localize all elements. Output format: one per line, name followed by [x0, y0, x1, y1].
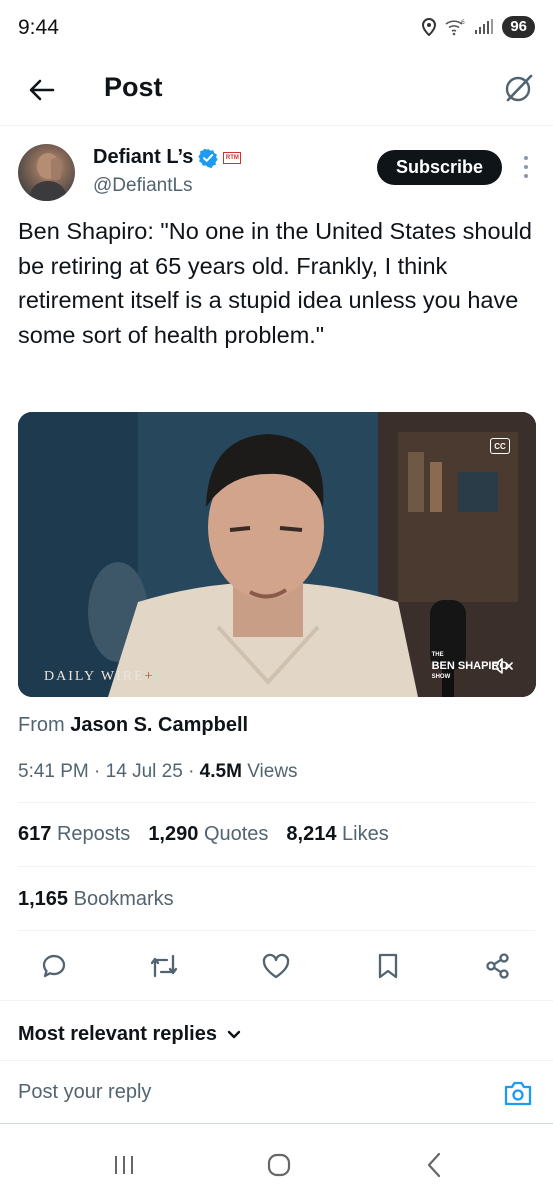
status-bar: 9:44 6 96: [0, 0, 553, 56]
source-attribution: From Jason S. Campbell: [18, 714, 248, 737]
daily-wire-plus: +: [144, 669, 155, 684]
post-header: Post: [0, 56, 553, 126]
daily-wire-watermark: DAILY WIRE+: [44, 669, 155, 685]
camera-icon[interactable]: [503, 1079, 533, 1107]
quotes-label: Quotes: [203, 823, 269, 845]
battery-indicator: 96: [502, 16, 535, 38]
system-nav-bar: [0, 1130, 553, 1200]
avatar[interactable]: [18, 144, 75, 201]
likes-label: Likes: [342, 823, 389, 845]
more-dot: [524, 156, 528, 160]
recent-apps-icon: [115, 1156, 133, 1174]
network-label: 6: [461, 19, 465, 26]
signal-icon: [475, 19, 494, 34]
replies-sort-label: Most relevant replies: [18, 1023, 217, 1045]
page-title: Post: [104, 72, 163, 102]
divider: [18, 930, 535, 931]
mute-icon[interactable]: [492, 657, 514, 675]
video-player[interactable]: CC DAILY WIRE+ THE BEN SHAPIRO SHOW: [18, 412, 536, 697]
author-name-text: Defiant L’s: [93, 146, 194, 168]
action-bar: [18, 948, 535, 984]
home-icon: [267, 1153, 291, 1177]
share-button[interactable]: [480, 948, 516, 984]
post-meta: 5:41 PM · 14 Jul 25 · 4.5M Views: [18, 761, 298, 783]
post-date: 14 Jul 25: [105, 761, 183, 782]
more-dot: [524, 174, 528, 178]
quotes-count: 1,290: [148, 823, 199, 845]
arrow-left-icon: [29, 79, 55, 101]
reposts-label: Reposts: [56, 823, 131, 845]
reply-input[interactable]: [18, 1081, 458, 1104]
daily-wire-text: DAILY WIRE: [44, 669, 145, 684]
engagement-stats: 617 Reposts 1,290 Quotes 8,214 Likes: [18, 823, 389, 846]
more-options-button[interactable]: [520, 156, 532, 178]
like-button[interactable]: [258, 948, 294, 984]
chevron-down-icon: [227, 1030, 241, 1038]
source-name[interactable]: Jason S. Campbell: [70, 714, 248, 736]
author-row: Defiant L’s RTM @DefiantLs Subscribe: [18, 144, 538, 204]
verified-badge-icon: [198, 148, 219, 168]
post-time: 5:41 PM: [18, 761, 89, 782]
views-count: 4.5M: [199, 761, 242, 782]
divider: [18, 866, 535, 867]
status-icons: 6 96: [422, 16, 535, 38]
grok-button[interactable]: [499, 68, 539, 108]
views-label: Views: [247, 761, 298, 782]
repost-button[interactable]: [146, 948, 182, 984]
replies-sort-dropdown[interactable]: Most relevant replies: [18, 1023, 241, 1046]
affiliate-badge: RTM: [223, 151, 242, 164]
reply-composer: [0, 1060, 553, 1124]
more-dot: [524, 165, 528, 169]
reply-button[interactable]: [36, 948, 72, 984]
meta-separator: ·: [94, 761, 101, 782]
wifi-icon: 6: [445, 19, 465, 36]
system-back-button[interactable]: [414, 1150, 454, 1180]
reposts-count: 617: [18, 823, 52, 845]
grok-icon: [505, 74, 533, 102]
bookmark-icon: [378, 953, 398, 979]
recent-apps-button[interactable]: [104, 1150, 144, 1180]
likes-count: 8,214: [286, 823, 337, 845]
reply-icon: [42, 954, 66, 978]
repost-icon: [150, 954, 178, 978]
likes-stat[interactable]: 8,214 Likes: [286, 823, 388, 846]
status-time: 9:44: [18, 16, 59, 39]
subscribe-button[interactable]: Subscribe: [376, 150, 502, 185]
author-handle[interactable]: @DefiantLs: [93, 175, 193, 197]
back-button[interactable]: [22, 70, 62, 110]
quotes-stat[interactable]: 1,290 Quotes: [148, 823, 268, 846]
avatar-image: [28, 153, 68, 201]
heart-icon: [262, 953, 290, 979]
author-name[interactable]: Defiant L’s RTM: [93, 146, 242, 169]
meta-separator: ·: [188, 761, 195, 782]
location-icon: [422, 18, 437, 36]
home-button[interactable]: [259, 1150, 299, 1180]
divider: [18, 802, 535, 803]
bookmarks-stat[interactable]: 1,165 Bookmarks: [18, 888, 174, 911]
reposts-stat[interactable]: 617 Reposts: [18, 823, 130, 846]
divider: [0, 1000, 553, 1001]
back-chevron-icon: [427, 1152, 441, 1178]
closed-captions-icon[interactable]: CC: [490, 438, 510, 454]
bookmarks-count: 1,165: [18, 888, 69, 910]
bookmark-button[interactable]: [370, 948, 406, 984]
source-prefix: From: [18, 714, 65, 736]
bookmarks-label: Bookmarks: [73, 888, 174, 910]
tweet-text: Ben Shapiro: "No one in the United State…: [18, 218, 532, 348]
share-icon: [486, 953, 509, 979]
